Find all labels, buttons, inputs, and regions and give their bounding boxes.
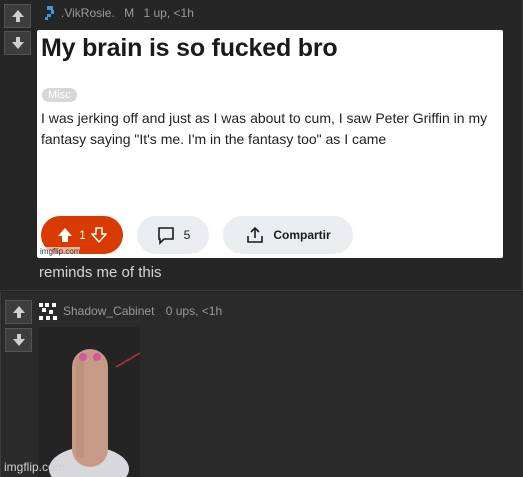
- comment-stats: 0 ups, <1h: [165, 304, 223, 318]
- comment-bubble-icon: [157, 227, 174, 245]
- upvote-button[interactable]: [4, 4, 31, 28]
- arrow-up-icon: [11, 10, 24, 22]
- username-link[interactable]: Shadow_Cabinet: [63, 304, 154, 318]
- downvote-outline-icon: [90, 227, 107, 243]
- image-watermark: imgflip.com: [40, 247, 81, 256]
- comment-image: [38, 327, 140, 477]
- comment-text: reminds me of this: [39, 264, 162, 281]
- downvote-button[interactable]: [5, 328, 32, 352]
- post-share-pill: Compartir: [223, 216, 353, 254]
- comment-meta: .VikRosie. M 1 up, <1h: [61, 6, 194, 20]
- arrow-up-icon: [12, 306, 25, 318]
- site-watermark: imgflip.com: [4, 460, 65, 474]
- post-body: I was jerking off and just as I was abou…: [41, 110, 488, 147]
- comment: .VikRosie. M 1 up, <1h My brain is so fu…: [0, 0, 523, 291]
- post-share-label: Compartir: [273, 228, 331, 242]
- downvote-button[interactable]: [4, 31, 31, 55]
- post-title: My brain is so fucked bro: [41, 34, 338, 62]
- comment-meta: Shadow_Cabinet 0 ups, <1h: [63, 304, 222, 318]
- user-avatar-icon[interactable]: [42, 5, 58, 21]
- arrow-down-icon: [12, 334, 25, 346]
- share-icon: [247, 226, 264, 243]
- post-comment-count: 5: [183, 228, 191, 242]
- upvote-filled-icon: [58, 228, 73, 242]
- user-avatar-icon[interactable]: [38, 302, 58, 322]
- post-comments-pill: 5: [137, 216, 209, 254]
- upvote-button[interactable]: [5, 300, 32, 324]
- comment-stats: 1 up, <1h: [143, 6, 194, 20]
- comment: Shadow_Cabinet 0 ups, <1h: [0, 292, 523, 477]
- post-flair: Misc: [42, 88, 77, 102]
- comment-photo-image: [38, 327, 140, 477]
- comment-image: My brain is so fucked bro Misc I was jer…: [37, 30, 503, 258]
- post-vote-count: 1: [79, 228, 86, 242]
- arrow-down-icon: [11, 37, 24, 49]
- user-badge: M: [124, 6, 135, 20]
- username-link[interactable]: .VikRosie.: [61, 6, 115, 20]
